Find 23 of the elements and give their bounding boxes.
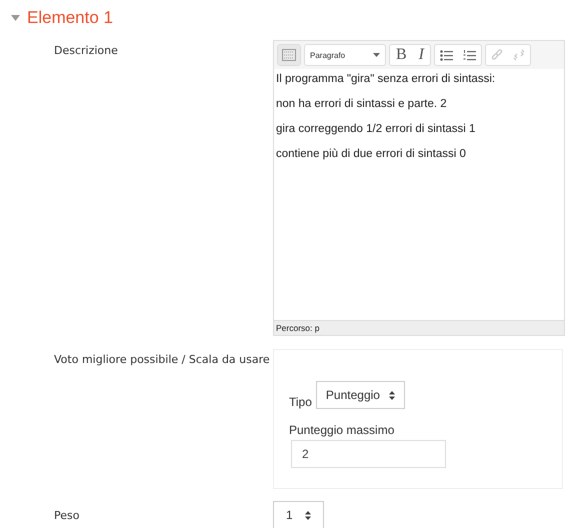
field-label: Tipo [289, 395, 312, 409]
field-label: Voto migliore possibile / Scala da usare [54, 353, 270, 366]
editor-paragraph: contiene più di due errori di sintassi 0 [276, 148, 467, 160]
section-title[interactable]: Elemento 1 [27, 8, 113, 28]
editor-paragraph: non ha errori di sintassi e parte. 2 [276, 98, 448, 110]
field-label: Descrizione [54, 44, 118, 57]
weight-select[interactable]: 1 [273, 501, 324, 528]
keyboard-icon[interactable] [278, 45, 300, 65]
italic-button[interactable]: I [412, 46, 430, 64]
editor-paragraph: Il programma "gira" senza errori di sintassi: [276, 73, 496, 85]
format-dropdown[interactable]: Paragrafo [304, 44, 386, 66]
field-label: Punteggio massimo [289, 423, 396, 437]
sort-caret-icon [388, 390, 395, 400]
element-path: Percorso: p [276, 323, 320, 333]
type-select[interactable]: Punteggio [316, 381, 405, 409]
sort-caret-icon [304, 510, 311, 520]
caret-icon [373, 53, 380, 57]
field-label: Peso [54, 508, 80, 522]
text-editor[interactable]: Paragrafo B I Il programma "gira" senza errori di sintassi: non ha errori di sintassi e parte. 2 gira correggendo 1/2 errori di sintassi 1 contiene più di due errori di sintassi 0 Percorso: p [273, 40, 565, 336]
collapse-caret-icon[interactable] [11, 15, 20, 21]
max-grade-input[interactable]: 2 [291, 440, 446, 468]
bold-button[interactable]: B [390, 46, 413, 64]
editor-paragraph: gira correggendo 1/2 errori di sintassi 1 [276, 123, 476, 135]
